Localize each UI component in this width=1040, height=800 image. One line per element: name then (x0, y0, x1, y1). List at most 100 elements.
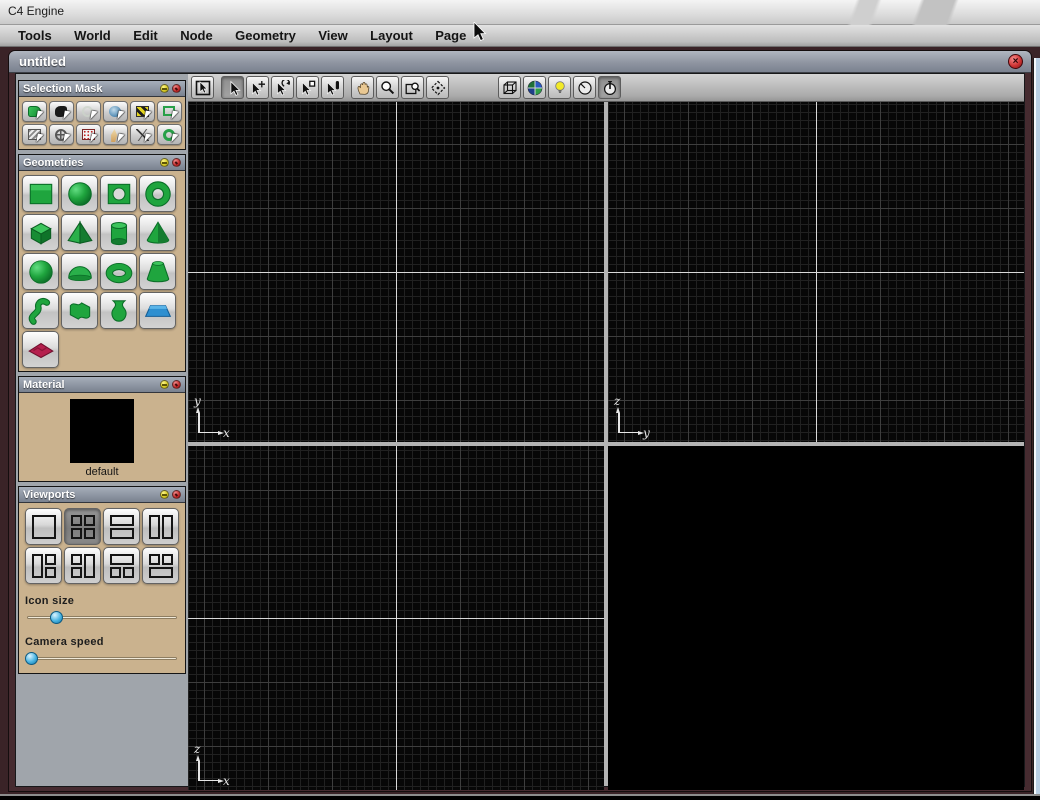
viewport-bottom-left[interactable]: z x (188, 446, 604, 790)
cursor-icon (63, 133, 71, 144)
menu-node[interactable]: Node (171, 25, 222, 46)
geometry-water-plane-button[interactable] (139, 292, 176, 329)
geometry-plate-button[interactable] (22, 175, 59, 212)
pyramid-icon (66, 219, 93, 244)
viewports-titlebar[interactable]: Viewports (19, 487, 185, 503)
axis-line-horizontal (188, 618, 604, 619)
layout-pane-left-split-right-button[interactable] (25, 547, 62, 584)
geometry-box-button[interactable] (22, 214, 59, 251)
icon-size-thumb[interactable] (49, 611, 63, 624)
tool-panels-column: Selection Mask Geometries Material defau… (16, 74, 188, 786)
scale-tool-button[interactable] (321, 76, 344, 99)
lighting-button[interactable] (548, 76, 571, 99)
close-icon[interactable] (172, 490, 181, 499)
menu-geometry[interactable]: Geometry (226, 25, 305, 46)
geometry-extrusion-button[interactable] (61, 292, 98, 329)
wireframe-view-button[interactable] (498, 76, 521, 99)
geometry-torus-button[interactable] (100, 253, 137, 290)
icon-size-slider[interactable] (25, 610, 179, 625)
minimize-icon[interactable] (160, 84, 169, 93)
magnifier-icon (380, 80, 394, 94)
gauge-view-button[interactable] (598, 76, 621, 99)
menu-page[interactable]: Page (426, 25, 475, 46)
resize-tool-button[interactable] (296, 76, 319, 99)
material-panel: Material default (18, 376, 186, 482)
material-preview[interactable] (70, 399, 134, 463)
pan-tool-button[interactable] (351, 76, 374, 99)
extrusion-icon (69, 301, 90, 320)
backface-view-button[interactable] (573, 76, 596, 99)
close-icon[interactable] (172, 380, 181, 389)
camera-speed-slider[interactable] (25, 651, 179, 666)
close-icon[interactable] (172, 84, 181, 93)
viewport-top-right[interactable]: z y (608, 102, 1024, 442)
cursor-icon (171, 110, 179, 121)
geometry-cylinder-button[interactable] (100, 214, 137, 251)
viewport-top-left[interactable]: y x (188, 102, 604, 442)
mask-geometry-button[interactable] (22, 101, 47, 122)
window-titlebar[interactable]: untitled × (9, 51, 1031, 73)
geometry-dome-button[interactable] (61, 253, 98, 290)
geometry-annulus-button[interactable] (139, 175, 176, 212)
mask-instance-button[interactable] (130, 124, 155, 145)
window-close-icon[interactable]: × (1008, 54, 1023, 69)
geometry-tube-button[interactable] (22, 292, 59, 329)
minimize-icon[interactable] (160, 158, 169, 167)
layout-single-button[interactable] (25, 508, 62, 545)
mask-zone-button[interactable] (22, 124, 47, 145)
mask-effect-button[interactable] (103, 124, 128, 145)
geometry-terrain-plane-button[interactable] (22, 331, 59, 368)
viewport-bottom-right[interactable] (608, 446, 1024, 790)
menu-layout[interactable]: Layout (361, 25, 422, 46)
mask-camera-button[interactable] (49, 124, 74, 145)
menu-tools[interactable]: Tools (9, 25, 61, 46)
layout-pane-top-split-bottom-button[interactable] (103, 547, 140, 584)
frame-all-tool-button[interactable] (426, 76, 449, 99)
mask-marker-button[interactable] (157, 101, 182, 122)
geometry-pyramid-button[interactable] (61, 214, 98, 251)
move-icon (251, 80, 265, 95)
mask-trigger-button[interactable] (130, 101, 155, 122)
layout-two-rows-button[interactable] (103, 508, 140, 545)
geometry-truncated-cone-button[interactable] (139, 253, 176, 290)
geometry-disk-button[interactable] (61, 175, 98, 212)
menu-edit[interactable]: Edit (124, 25, 167, 46)
material-titlebar[interactable]: Material (19, 377, 185, 393)
lightbulb-icon (554, 80, 565, 93)
menu-view[interactable]: View (309, 25, 356, 46)
geometry-hole-plate-button[interactable] (100, 175, 137, 212)
os-titlebar[interactable]: C4 Engine (0, 0, 1040, 25)
move-tool-button[interactable] (246, 76, 269, 99)
layout-two-columns-button[interactable] (142, 508, 179, 545)
mask-space-button[interactable] (103, 101, 128, 122)
mask-light-button[interactable] (76, 101, 101, 122)
layout-split-top-pane-bottom-button[interactable] (142, 547, 179, 584)
geometries-grid (19, 171, 185, 372)
world-axes-button[interactable] (523, 76, 546, 99)
camera-speed-track[interactable] (27, 657, 177, 660)
camera-speed-thumb[interactable] (25, 652, 38, 665)
box-select-tool-button[interactable] (191, 76, 214, 99)
minimize-icon[interactable] (160, 380, 169, 389)
resize-icon (301, 80, 315, 95)
minimize-icon[interactable] (160, 490, 169, 499)
selection-mask-titlebar[interactable]: Selection Mask (19, 81, 185, 97)
layout-split-left-pane-right-button[interactable] (64, 547, 101, 584)
geometries-titlebar[interactable]: Geometries (19, 155, 185, 171)
mask-emitter-button[interactable] (76, 124, 101, 145)
geometry-sphere-button[interactable] (22, 253, 59, 290)
cursor-icon (90, 110, 98, 121)
zoom-tool-button[interactable] (376, 76, 399, 99)
mask-portal-button[interactable] (157, 124, 182, 145)
mask-model-button[interactable] (49, 101, 74, 122)
geometry-revolution-button[interactable] (100, 292, 137, 329)
geometry-cone-button[interactable] (139, 214, 176, 251)
axis-line-horizontal (188, 272, 604, 273)
layout-quad-button[interactable] (64, 508, 101, 545)
menu-world[interactable]: World (65, 25, 120, 46)
rotate-tool-button[interactable] (271, 76, 294, 99)
zoom-box-tool-button[interactable] (401, 76, 424, 99)
close-icon[interactable] (172, 158, 181, 167)
select-tool-button[interactable] (221, 76, 244, 99)
window-bottom-edge (0, 794, 1040, 796)
